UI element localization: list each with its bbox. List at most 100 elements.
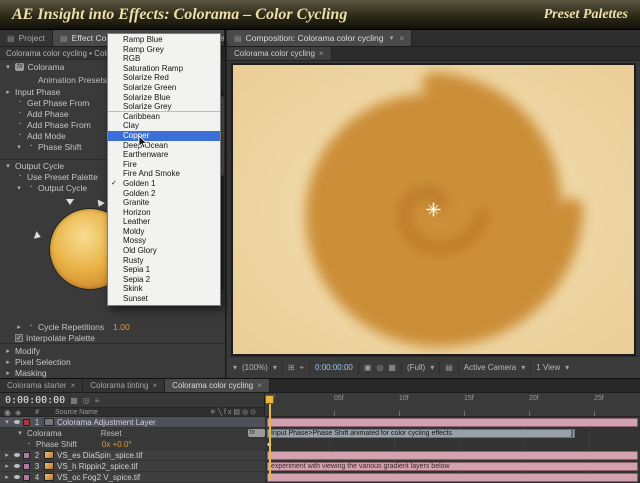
preset-menu-item[interactable]: ✓ Sepia 2 bbox=[108, 275, 220, 285]
timeline-tab[interactable]: Colorama starter × bbox=[0, 379, 83, 392]
row-masking[interactable]: ▸ Masking bbox=[0, 367, 225, 378]
stopwatch-icon[interactable]: ◔ bbox=[15, 110, 24, 117]
view-layout-select[interactable]: 1 View bbox=[536, 363, 560, 372]
property-row-phase-shift[interactable]: ◔ Phase Shift 0x +0.0° bbox=[0, 439, 265, 450]
preset-menu-item[interactable]: ✓ Deep Ocean bbox=[108, 141, 220, 151]
layer-name[interactable]: Colorama Adjustment Layer bbox=[57, 418, 156, 427]
tab-project[interactable]: ▤ Project bbox=[0, 30, 53, 46]
label-color-swatch[interactable] bbox=[23, 474, 30, 481]
preset-menu-item[interactable]: ✓ Mossy bbox=[108, 236, 220, 246]
preset-menu-item[interactable]: ✓ Ramp Blue bbox=[108, 35, 220, 45]
snapshot-icon[interactable]: ▣ bbox=[364, 363, 372, 372]
fx-switch[interactable]: fx bbox=[248, 429, 265, 437]
preset-menu-item[interactable]: ✓ RGB bbox=[108, 54, 220, 64]
timeline-track-area[interactable]: 0f 05f 10f 15f 20f 25f Input Phase>Phase… bbox=[265, 393, 640, 480]
reset-link[interactable]: Reset bbox=[101, 429, 122, 438]
property-value[interactable]: 0x +0.0° bbox=[102, 440, 132, 449]
current-time-indicator-head[interactable] bbox=[265, 395, 274, 404]
layer-name[interactable]: VS_h Rippin2_spice.tif bbox=[57, 462, 138, 471]
stopwatch-icon[interactable]: ◔ bbox=[26, 143, 35, 150]
close-icon[interactable]: × bbox=[71, 381, 76, 390]
channel-icon[interactable]: ▦ bbox=[388, 363, 396, 372]
region-of-interest-icon[interactable]: ▤ bbox=[445, 363, 453, 372]
twirl-right-icon[interactable]: ▸ bbox=[3, 462, 11, 470]
preset-menu-item[interactable]: ✓ Solarize Green bbox=[108, 83, 220, 93]
layer-row-2[interactable]: ▸ 2 VS_es DiaSpin_spice.tif bbox=[0, 450, 265, 461]
eye-icon[interactable] bbox=[14, 453, 20, 457]
preset-menu-item[interactable]: ✓ Copper bbox=[108, 131, 220, 141]
preset-menu-item[interactable]: ✓ Ramp Grey bbox=[108, 45, 220, 55]
stopwatch-icon[interactable]: ◔ bbox=[15, 173, 24, 180]
twirl-right-icon[interactable]: ▸ bbox=[4, 358, 12, 366]
preset-menu-item[interactable]: ✓ Clay bbox=[108, 121, 220, 131]
preset-menu-item[interactable]: ✓ Solarize Grey bbox=[108, 102, 220, 112]
cycle-repetitions-value[interactable]: 1.00 bbox=[113, 322, 130, 332]
preset-menu-item[interactable]: ✓ Moldy bbox=[108, 227, 220, 237]
viewer-tab-comp[interactable]: Colorama color cycling × bbox=[227, 47, 332, 60]
preset-menu-item[interactable]: ✓ Sepia 1 bbox=[108, 265, 220, 275]
twirl-down-icon[interactable]: ▾ bbox=[4, 162, 12, 170]
chevron-down-icon[interactable]: ▾ bbox=[233, 363, 237, 372]
zoom-level-select[interactable]: (100%) bbox=[242, 363, 268, 372]
eye-icon[interactable] bbox=[14, 420, 20, 424]
preset-menu-item[interactable]: ✓ Leather bbox=[108, 217, 220, 227]
row-modify[interactable]: ▸ Modify bbox=[0, 345, 225, 356]
layer-name[interactable]: VS_es DiaSpin_spice.tif bbox=[57, 451, 142, 460]
resolution-select[interactable]: (Full) bbox=[407, 363, 425, 372]
stopwatch-icon[interactable]: ◔ bbox=[26, 184, 35, 191]
current-time-display[interactable]: 0:00:00:00 bbox=[5, 395, 65, 406]
stopwatch-icon[interactable]: ◔ bbox=[24, 441, 33, 448]
layer-bar-1[interactable] bbox=[267, 418, 638, 427]
chevron-down-icon[interactable]: ▾ bbox=[273, 363, 277, 372]
palette-stop-marker[interactable] bbox=[34, 231, 42, 241]
safe-guides-icon[interactable]: ⊞ bbox=[288, 363, 295, 372]
marker-annotation-2[interactable]: experiment with viewing the various grad… bbox=[271, 463, 450, 470]
chevron-down-icon[interactable]: ▾ bbox=[388, 34, 396, 42]
twirl-down-icon[interactable]: ▾ bbox=[15, 184, 23, 192]
hide-shy-icon[interactable]: ≡ bbox=[95, 396, 100, 405]
timeline-tab[interactable]: Colorama color cycling × bbox=[165, 379, 270, 392]
tab-composition[interactable]: ▤ Composition: Colorama color cycling ▾ … bbox=[227, 30, 412, 46]
layer-row-3[interactable]: ▸ 3 VS_h Rippin2_spice.tif bbox=[0, 461, 265, 472]
row-cycle-repetitions[interactable]: ▸ ◔ Cycle Repetitions 1.00 bbox=[0, 321, 225, 332]
preset-menu-item[interactable]: ✓ Caribbean bbox=[108, 112, 220, 122]
twirl-right-icon[interactable]: ▸ bbox=[4, 347, 12, 355]
twirl-right-icon[interactable]: ▸ bbox=[15, 323, 23, 331]
show-snapshot-icon[interactable]: ◎ bbox=[376, 363, 383, 372]
preset-menu-item[interactable]: ✓ Fire And Smoke bbox=[108, 169, 220, 179]
close-icon[interactable]: × bbox=[257, 381, 262, 390]
time-ruler[interactable]: 0f 05f 10f 15f 20f 25f bbox=[265, 393, 640, 417]
palette-stop-marker[interactable] bbox=[95, 200, 105, 209]
preset-menu-item[interactable]: ✓ Earthenware bbox=[108, 150, 220, 160]
label-color-swatch[interactable] bbox=[23, 419, 30, 426]
palette-stop-marker[interactable] bbox=[66, 199, 74, 205]
twirl-right-icon[interactable]: ▸ bbox=[3, 451, 11, 459]
twirl-down-icon[interactable]: ▾ bbox=[15, 143, 23, 151]
layer-bar-2[interactable] bbox=[267, 451, 638, 460]
row-interpolate-palette[interactable]: ✓ Interpolate Palette bbox=[0, 332, 225, 343]
stopwatch-icon[interactable]: ◔ bbox=[15, 99, 24, 106]
comp-timecode[interactable]: 0:00:00:00 bbox=[315, 363, 353, 372]
label-color-swatch[interactable] bbox=[23, 452, 30, 459]
preset-menu-item[interactable]: ✓ Horizon bbox=[108, 208, 220, 218]
preset-menu-item[interactable]: ✓ Fire bbox=[108, 160, 220, 170]
chevron-down-icon[interactable]: ▾ bbox=[521, 363, 525, 372]
twirl-down-icon[interactable]: ▾ bbox=[16, 429, 24, 437]
layer-row-1[interactable]: ▾ 1 Colorama Adjustment Layer bbox=[0, 417, 265, 428]
effect-group-row[interactable]: ▾ Colorama Reset fx bbox=[0, 428, 265, 439]
preset-menu-item[interactable]: ✓ Golden 2 bbox=[108, 189, 220, 199]
row-pixel-selection[interactable]: ▸ Pixel Selection bbox=[0, 356, 225, 367]
current-time-indicator[interactable] bbox=[269, 395, 271, 480]
eye-icon[interactable] bbox=[14, 464, 20, 468]
stopwatch-icon[interactable]: ◔ bbox=[15, 132, 24, 139]
close-icon[interactable]: × bbox=[400, 34, 405, 43]
eye-icon[interactable] bbox=[14, 475, 20, 479]
twirl-right-icon[interactable]: ▸ bbox=[4, 369, 12, 377]
layer-bar-4[interactable] bbox=[267, 473, 638, 482]
twirl-right-icon[interactable]: ▸ bbox=[4, 88, 12, 96]
preset-menu-item[interactable]: ✓ Rusty bbox=[108, 256, 220, 266]
preset-menu-item[interactable]: ✓ Sunset bbox=[108, 294, 220, 304]
stopwatch-icon[interactable]: ◔ bbox=[15, 121, 24, 128]
draft-3d-icon[interactable]: ◎ bbox=[83, 396, 90, 405]
camera-select[interactable]: Active Camera bbox=[464, 363, 516, 372]
